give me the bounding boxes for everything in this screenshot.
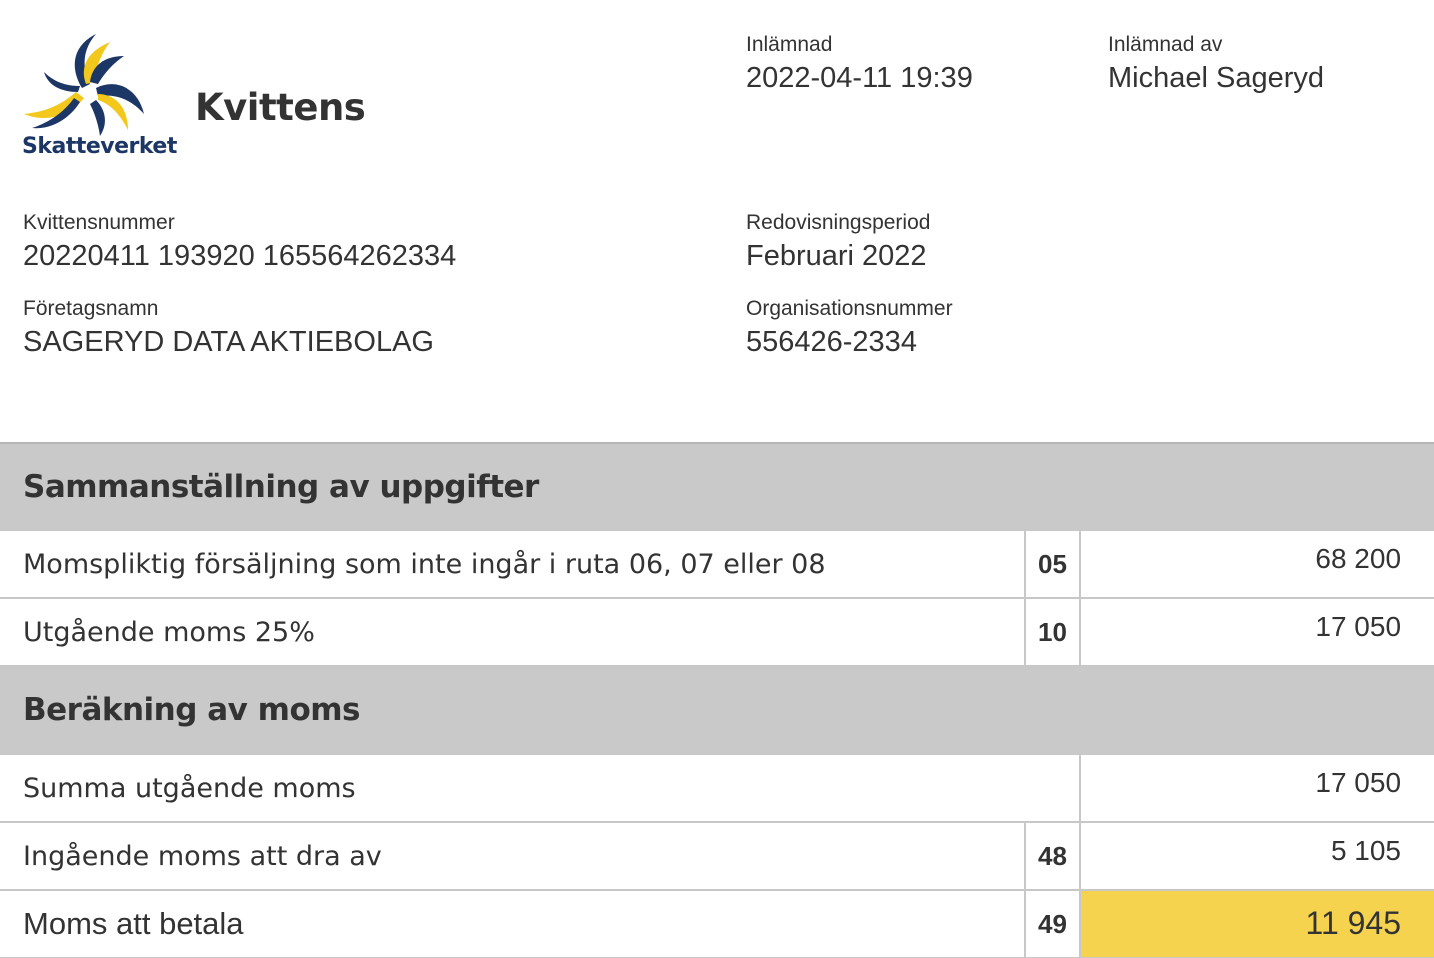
org-number-field: Organisationsnummer 556426-2334 bbox=[746, 297, 953, 360]
skatteverket-swirl-icon bbox=[24, 34, 144, 136]
receipt-number-field: Kvittensnummer 20220411 193920 165564262… bbox=[23, 211, 456, 274]
submitter-label: Inlämnad av bbox=[1108, 33, 1223, 56]
submitted-field: Inlämnad 2022-04-11 19:39 bbox=[746, 33, 973, 96]
company-name-label: Företagsnamn bbox=[23, 297, 159, 320]
row-amount: 68 200 bbox=[1080, 530, 1434, 599]
table-row: Ingående moms att dra av 48 5 105 bbox=[0, 822, 1434, 891]
submitted-label: Inlämnad bbox=[746, 33, 833, 56]
row-label: Ingående moms att dra av bbox=[0, 822, 1025, 891]
box-number: 49 bbox=[1024, 890, 1081, 958]
receipt-number-label: Kvittensnummer bbox=[23, 211, 175, 234]
company-name-value: SAGERYD DATA AKTIEBOLAG bbox=[23, 326, 434, 358]
total-amount: 11 945 bbox=[1080, 890, 1434, 958]
row-amount: 5 105 bbox=[1080, 822, 1434, 891]
section-header-summary: Sammanställning av uppgifter bbox=[0, 442, 1434, 531]
table-row: Utgående moms 25% 10 17 050 bbox=[0, 598, 1434, 667]
box-number: 05 bbox=[1024, 530, 1081, 599]
table-row: Momspliktig försäljning som inte ingår i… bbox=[0, 530, 1434, 599]
org-number-label: Organisationsnummer bbox=[746, 297, 953, 320]
box-number: 10 bbox=[1024, 598, 1081, 667]
section-title: Sammanställning av uppgifter bbox=[0, 442, 1434, 531]
page-title: Kvittens bbox=[195, 86, 366, 129]
row-label: Summa utgående moms bbox=[0, 754, 1080, 823]
table-row-total: Moms att betala 49 11 945 bbox=[0, 890, 1434, 958]
skatteverket-logo: Skatteverket bbox=[20, 28, 177, 163]
row-label: Moms att betala bbox=[0, 890, 1025, 958]
section-header-vat-calculation: Beräkning av moms bbox=[0, 665, 1434, 755]
section-title: Beräkning av moms bbox=[0, 665, 1434, 755]
org-number-value: 556426-2334 bbox=[746, 326, 917, 358]
submitter-value: Michael Sageryd bbox=[1108, 62, 1324, 94]
row-amount: 17 050 bbox=[1078, 754, 1434, 823]
company-name-field: Företagsnamn SAGERYD DATA AKTIEBOLAG bbox=[23, 297, 434, 360]
period-field: Redovisningsperiod Februari 2022 bbox=[746, 211, 930, 274]
row-label: Momspliktig försäljning som inte ingår i… bbox=[0, 530, 1025, 599]
submitted-value: 2022-04-11 19:39 bbox=[746, 62, 973, 94]
period-value: Februari 2022 bbox=[746, 240, 927, 272]
vat-summary-table: Sammanställning av uppgifter Momspliktig… bbox=[0, 442, 1434, 958]
box-number: 48 bbox=[1024, 822, 1081, 891]
row-amount: 17 050 bbox=[1080, 598, 1434, 667]
period-label: Redovisningsperiod bbox=[746, 211, 931, 234]
row-label: Utgående moms 25% bbox=[0, 598, 1025, 667]
table-row: Summa utgående moms 17 050 bbox=[0, 754, 1434, 823]
submitter-field: Inlämnad av Michael Sageryd bbox=[1108, 33, 1324, 96]
logo-wordmark: Skatteverket bbox=[22, 134, 177, 159]
receipt-number-value: 20220411 193920 165564262334 bbox=[23, 240, 457, 272]
